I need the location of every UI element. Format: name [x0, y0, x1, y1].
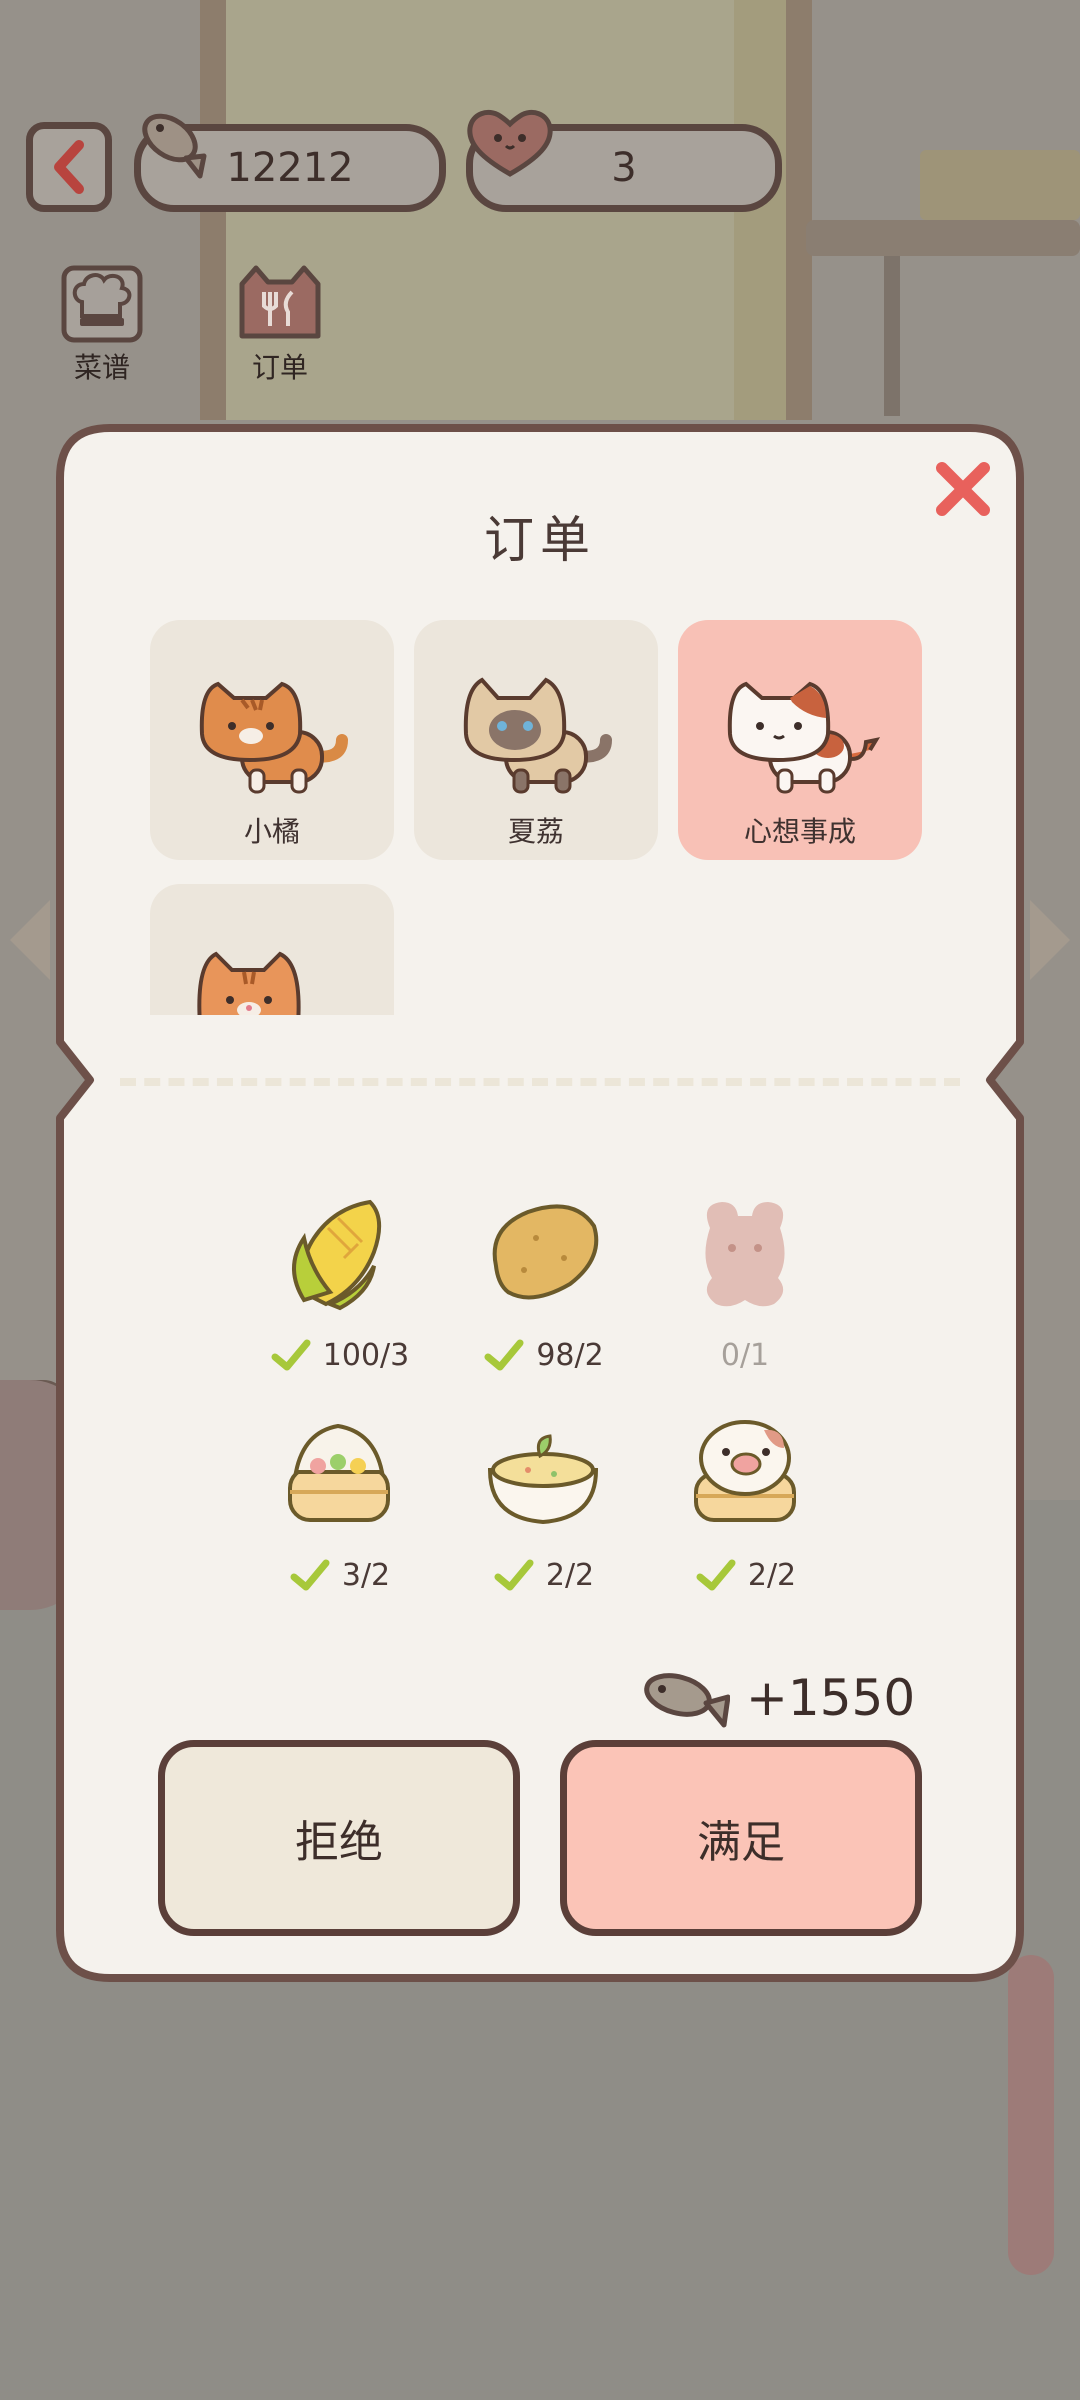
cat-name: 心想事成	[743, 815, 856, 848]
steamed-bun-icon	[288, 1423, 390, 1522]
cat-list: 小橘 夏荔 心想事成	[150, 620, 940, 1015]
ingredient-count: 2/2	[747, 1557, 797, 1593]
check-icon	[271, 1339, 311, 1371]
pig-bun-icon	[694, 1420, 796, 1522]
potato-icon	[492, 1204, 599, 1300]
ingredient-corn: 100/3	[254, 1188, 424, 1380]
siamese-cat-icon	[463, 677, 612, 794]
reward-amount: +1550	[746, 1669, 916, 1727]
reject-label: 拒绝	[295, 1817, 383, 1868]
orange-tabby-cat-icon	[199, 681, 348, 794]
reject-button[interactable]: 拒绝	[158, 1740, 520, 1936]
cat-name: 夏荔	[507, 815, 564, 848]
ingredient-count: 0/1	[720, 1337, 770, 1373]
dialog-title: 订单	[484, 511, 596, 569]
orange-cat-face-icon	[197, 951, 301, 1015]
cat-card-fourth[interactable]	[150, 884, 394, 1015]
ingredient-custard-bowl: 2/2	[458, 1408, 628, 1600]
egg-custard-bowl-icon	[487, 1434, 599, 1525]
check-icon	[494, 1559, 534, 1591]
cat-name: 小橘	[243, 815, 300, 848]
cat-card-xiaoju[interactable]: 小橘	[150, 620, 394, 860]
fish-icon	[644, 1673, 730, 1728]
cat-card-xinxiangshicheng[interactable]: 心想事成	[678, 620, 922, 860]
accept-button[interactable]: 满足	[560, 1740, 922, 1936]
cat-card-xiali[interactable]: 夏荔	[414, 620, 658, 860]
ingredient-count: 3/2	[341, 1557, 391, 1593]
accept-label: 满足	[697, 1817, 785, 1868]
divider	[120, 1078, 960, 1086]
close-icon[interactable]	[930, 456, 996, 522]
corn-icon	[292, 1199, 382, 1311]
check-icon	[696, 1559, 736, 1591]
check-icon	[484, 1339, 524, 1371]
bear-gummy-icon	[705, 1202, 785, 1307]
ingredient-count: 2/2	[545, 1557, 595, 1593]
ingredient-gummy: 0/1	[660, 1188, 830, 1380]
ingredient-pig-bun: 2/2	[660, 1408, 830, 1600]
ingredient-count: 98/2	[536, 1337, 604, 1373]
ingredient-count: 100/3	[322, 1337, 410, 1373]
ingredient-potato: 98/2	[458, 1188, 628, 1380]
order-reward: +1550	[640, 1660, 940, 1736]
ingredient-steamed-bun: 3/2	[254, 1408, 424, 1600]
calico-cat-icon	[727, 681, 880, 794]
check-icon	[290, 1559, 330, 1591]
